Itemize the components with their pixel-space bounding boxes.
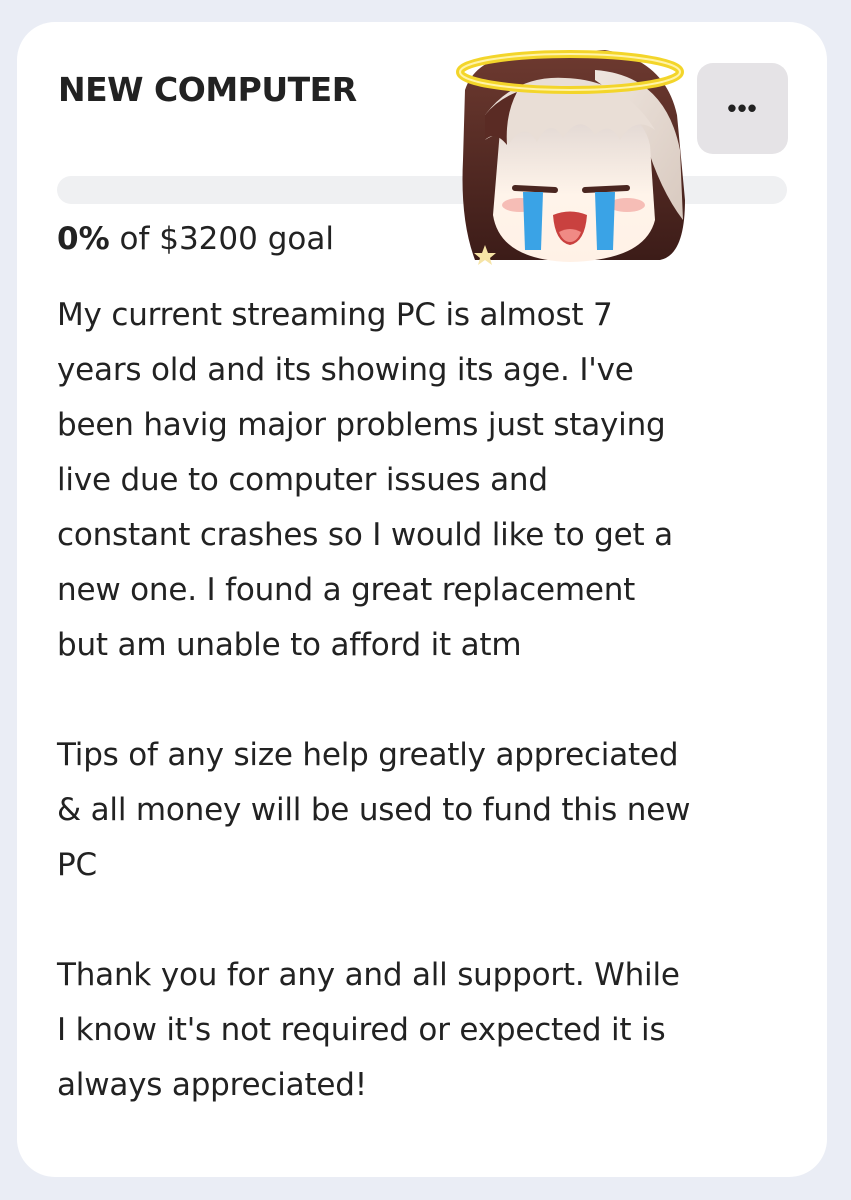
description-paragraph: Thank you for any and all support. While… xyxy=(57,957,680,1103)
goal-description: My current streaming PC is almost 7 year… xyxy=(57,288,807,1113)
goal-card: NEW COMPUTER ••• 0% of $3200 goal My cur… xyxy=(17,22,827,1177)
crying-angel-sticker-icon xyxy=(456,50,685,265)
description-paragraph: My current streaming PC is almost 7 year… xyxy=(57,297,673,663)
goal-percent: 0% xyxy=(57,221,110,257)
more-horizontal-icon: ••• xyxy=(727,93,758,123)
goal-status: 0% of $3200 goal xyxy=(57,217,334,261)
goal-amount-text: of $3200 goal xyxy=(109,221,334,257)
goal-title: NEW COMPUTER xyxy=(58,70,357,109)
more-options-button[interactable]: ••• xyxy=(697,63,788,154)
description-paragraph: Tips of any size help greatly appreciate… xyxy=(57,737,691,883)
